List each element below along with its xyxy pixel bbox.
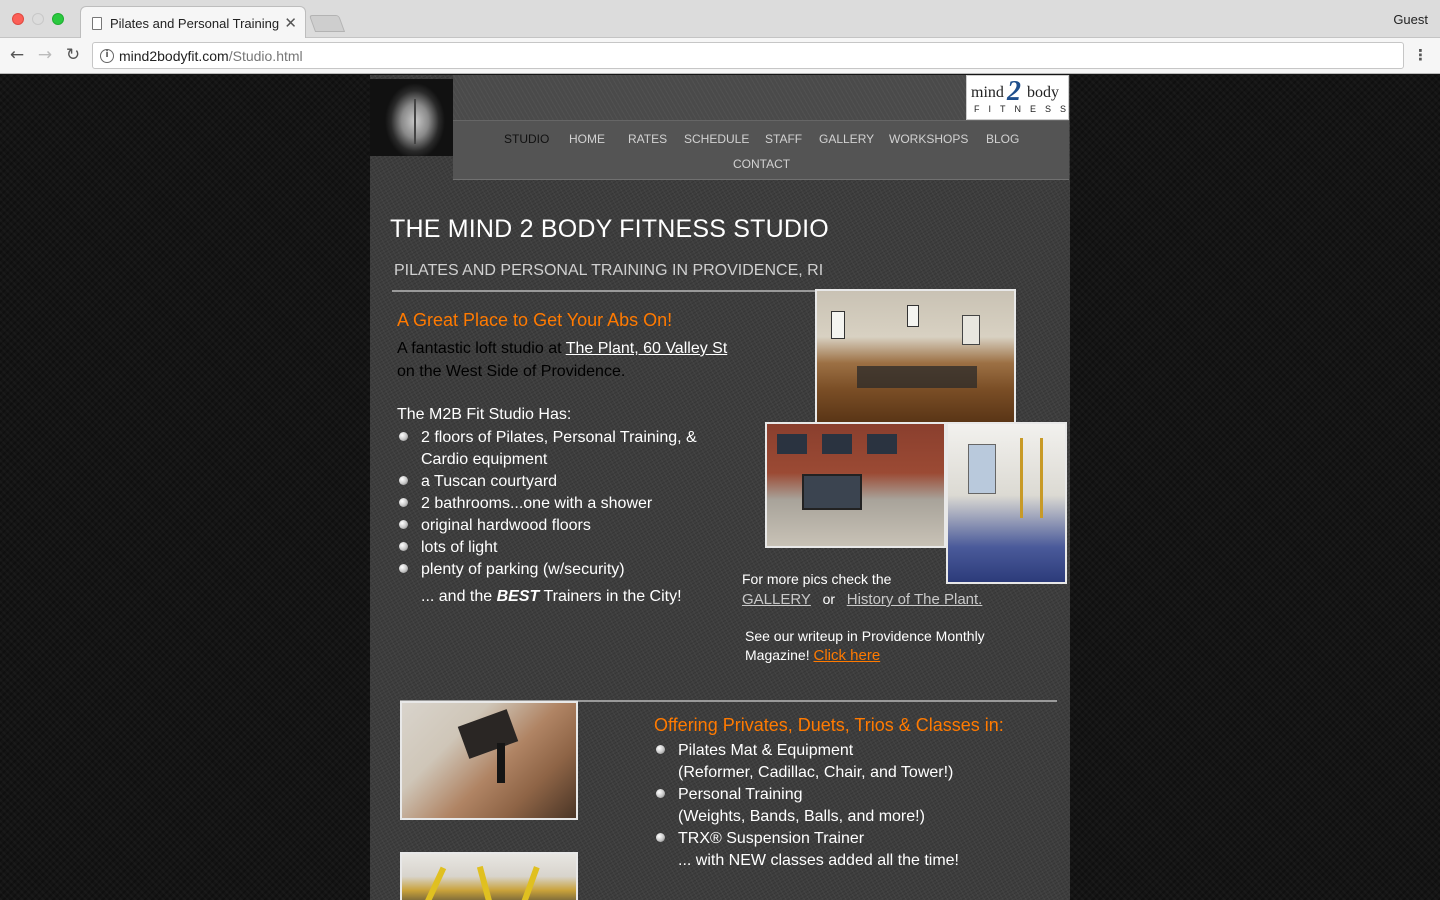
browser-tab[interactable]: Pilates and Personal Training in Provide… [80, 6, 306, 39]
photo-detail [802, 474, 862, 510]
page-title: THE MIND 2 BODY FITNESS STUDIO [390, 215, 829, 243]
service-detail: (Reformer, Cadillac, Chair, and Tower!) [678, 764, 954, 781]
service-detail: (Weights, Bands, Balls, and more!) [678, 808, 925, 825]
photo-detail [968, 444, 996, 494]
url-path: /Studio.html [228, 48, 303, 64]
reload-icon[interactable]: ↻ [62, 44, 84, 66]
list-item: 2 floors of Pilates, Personal Training, … [397, 427, 742, 471]
best-emphasis: BEST [496, 588, 540, 605]
photo-detail [457, 709, 519, 759]
photo-detail [831, 311, 845, 339]
gallery-link[interactable]: GALLERY [742, 591, 811, 608]
best-trainers-text: ... and the BEST Trainers in the City! [421, 588, 682, 606]
content-column: STUDIO HOME RATES SCHEDULE STAFF GALLERY… [370, 75, 1070, 900]
pilates-equipment-photo[interactable] [400, 701, 578, 820]
logo-mind: mind [971, 84, 1004, 101]
photo-detail [1040, 438, 1043, 518]
browser-menu-icon[interactable]: ⋮ [1413, 46, 1428, 64]
the-plant-link[interactable]: The Plant, 60 Valley St [566, 340, 728, 357]
photo-detail [857, 366, 977, 388]
info-icon[interactable]: i [100, 49, 114, 63]
or-text: or [822, 591, 836, 607]
list-item: Personal Training (Weights, Bands, Balls,… [654, 784, 1054, 828]
photo-detail [777, 434, 807, 454]
list-item: a Tuscan courtyard [397, 471, 742, 493]
intro-text-part: A fantastic loft studio at [397, 340, 566, 357]
studio-interior-photo[interactable] [815, 289, 1016, 424]
nav-home[interactable]: HOME [569, 132, 605, 146]
minimize-window-button[interactable] [32, 13, 44, 25]
nav-blog[interactable]: BLOG [986, 132, 1019, 146]
more-pics-text: For more pics check the GALLERY or Histo… [742, 569, 982, 610]
list-item: plenty of parking (w/security) [397, 559, 742, 581]
nav-rates[interactable]: RATES [628, 132, 667, 146]
address-bar[interactable]: i mind2bodyfit.com/Studio.html [92, 42, 1404, 69]
promo-heading: A Great Place to Get Your Abs On! [397, 310, 673, 330]
list-item: TRX® Suspension Trainer [654, 828, 1054, 850]
nav-workshops[interactable]: WORKSHOPS [889, 132, 968, 146]
url-host: mind2bodyfit.com [119, 48, 229, 64]
features-label: The M2B Fit Studio Has: [397, 406, 572, 423]
profile-button[interactable]: Guest [1393, 12, 1428, 27]
maximize-window-button[interactable] [52, 13, 64, 25]
back-arrow-icon[interactable]: ← [6, 44, 28, 66]
best-text-part: ... and the [421, 588, 497, 605]
list-item: original hardwood floors [397, 515, 742, 537]
photo-detail [520, 866, 540, 900]
nav-gallery[interactable]: GALLERY [819, 132, 874, 146]
writeup-line2: Magazine! [745, 647, 810, 663]
close-window-button[interactable] [12, 13, 24, 25]
document-icon [92, 17, 102, 30]
url-text[interactable]: mind2bodyfit.com/Studio.html [119, 48, 303, 64]
best-text-part: Trainers in the City! [539, 588, 682, 605]
service-name: Pilates Mat & Equipment [678, 742, 854, 759]
tab-title: Pilates and Personal Training in Provide… [110, 16, 280, 31]
main-nav: STUDIO HOME RATES SCHEDULE STAFF GALLERY… [453, 120, 1069, 180]
browser-toolbar: ← → ↻ i mind2bodyfit.com/Studio.html ⋮ [0, 38, 1440, 74]
writeup-text: See our writeup in Providence Monthly Ma… [745, 627, 985, 665]
abs-photo [370, 79, 453, 156]
photo-detail [1020, 438, 1023, 518]
photo-detail [423, 866, 447, 900]
nav-contact[interactable]: CONTACT [733, 157, 790, 171]
intro-text-part: on the West Side of Providence. [397, 363, 626, 380]
service-name: TRX® Suspension Trainer [678, 830, 865, 847]
service-name: Personal Training [678, 786, 803, 803]
browser-tab-bar: Pilates and Personal Training in Provide… [0, 0, 1440, 39]
list-item: Pilates Mat & Equipment (Reformer, Cadill… [654, 740, 1054, 784]
logo-body: body [1027, 84, 1059, 101]
trx-class-photo[interactable] [400, 852, 578, 900]
history-link[interactable]: History of The Plant. [847, 591, 983, 608]
divider [392, 290, 818, 292]
site-logo[interactable]: mind 2 body FITNESS [966, 75, 1069, 120]
intro-text: A fantastic loft studio at The Plant, 60… [397, 337, 742, 383]
photo-detail [414, 99, 416, 144]
photo-detail [822, 434, 852, 454]
nav-staff[interactable]: STAFF [765, 132, 802, 146]
click-here-link[interactable]: Click here [813, 647, 880, 664]
tagline: ... with NEW classes added all the time! [678, 852, 959, 869]
photo-detail [867, 434, 897, 454]
tab-close-icon[interactable]: ✕ [284, 14, 297, 32]
photo-detail [497, 743, 505, 783]
page-background: STUDIO HOME RATES SCHEDULE STAFF GALLERY… [0, 75, 1440, 900]
new-tab-button[interactable] [308, 15, 346, 32]
nav-studio[interactable]: STUDIO [504, 132, 549, 146]
building-exterior-photo[interactable] [765, 422, 946, 548]
services-list: Pilates Mat & Equipment (Reformer, Cadill… [654, 740, 1054, 850]
features-list: 2 floors of Pilates, Personal Training, … [397, 427, 742, 581]
photo-detail [962, 315, 980, 345]
list-item: 2 bathrooms...one with a shower [397, 493, 742, 515]
list-item: lots of light [397, 537, 742, 559]
nav-schedule[interactable]: SCHEDULE [684, 132, 749, 146]
page-subtitle: PILATES AND PERSONAL TRAINING IN PROVIDE… [394, 262, 824, 279]
photo-detail [907, 305, 919, 327]
services-heading: Offering Privates, Duets, Trios & Classe… [654, 715, 1004, 735]
trx-room-photo[interactable] [946, 422, 1067, 584]
photo-detail [476, 865, 494, 900]
writeup-line1: See our writeup in Providence Monthly [745, 628, 985, 644]
logo-fitness: FITNESS [974, 104, 1076, 114]
more-pics-label: For more pics check the [742, 571, 892, 587]
forward-arrow-icon[interactable]: → [34, 44, 56, 66]
